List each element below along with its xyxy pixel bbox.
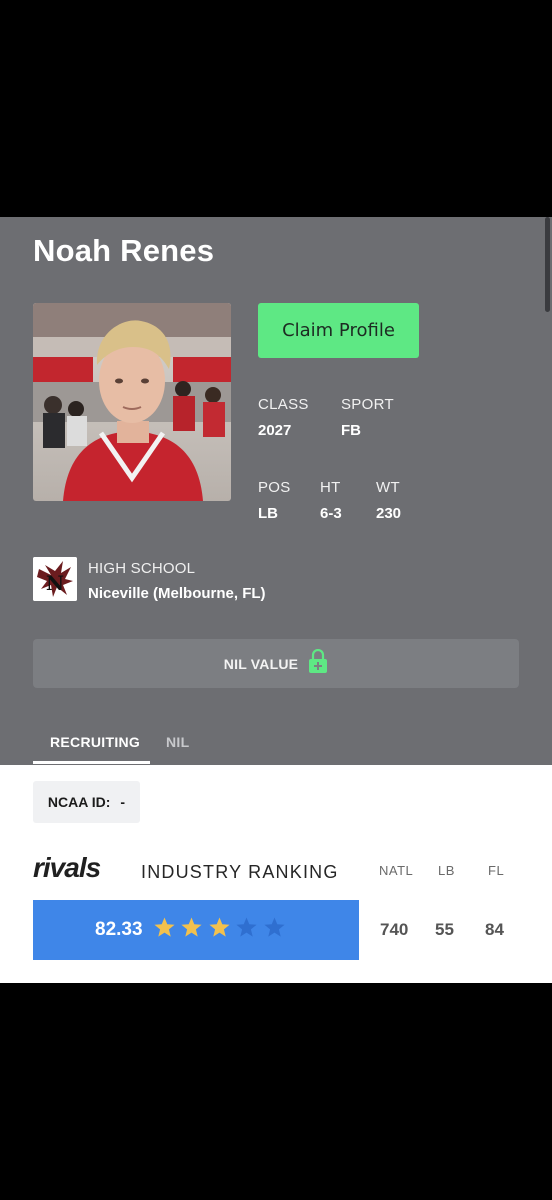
nil-value-label: NIL VALUE [223,655,299,672]
sport-stat: SPORT FB [341,396,394,439]
wt-label: WT [376,479,400,496]
tab-recruiting[interactable]: RECRUITING [50,734,140,750]
school-name[interactable]: Niceville (Melbourne, FL) [88,585,266,602]
wt-stat: WT 230 [376,479,401,522]
rating-bar: 82.33 [33,900,359,960]
class-stat: CLASS 2027 [258,396,309,439]
tab-nil[interactable]: NIL [166,734,189,750]
star-empty-icon [236,917,257,937]
bottom-letterbox [0,983,552,1200]
sport-value: FB [341,422,361,439]
wt-value: 230 [376,505,402,522]
player-name: Noah Renes [33,233,215,268]
active-tab-indicator [33,761,150,764]
school-label: HIGH SCHOOL [88,560,196,577]
state-column-header: FL [488,863,505,878]
star-empty-icon [263,917,285,937]
scrollbar[interactable] [545,217,550,312]
claim-profile-button[interactable]: Claim Profile [258,303,419,358]
natl-column-header: NATL [379,863,414,878]
star-filled-icon [208,917,230,937]
star-filled-icon [153,917,175,937]
position-column-header: LB [438,863,455,878]
natl-rank-value: 740 [380,920,409,939]
lock-plus-icon [308,648,328,679]
class-value: 2027 [258,422,292,439]
nil-value-bar[interactable]: NIL VALUE [33,639,519,688]
top-letterbox [0,0,552,217]
class-label: CLASS [258,396,309,413]
ncaa-id-value: - [120,794,126,810]
ht-value: 6-3 [320,505,342,522]
school-logo[interactable]: N [33,557,77,601]
rating-value: 82.33 [95,919,143,940]
state-rank-value: 84 [485,920,504,939]
pos-label: POS [258,479,291,496]
ncaa-id-label: NCAA ID: [47,794,111,810]
industry-ranking-title: INDUSTRY RANKING [141,862,339,882]
sport-label: SPORT [341,396,394,413]
svg-text:N: N [46,571,64,595]
pos-value: LB [258,505,278,522]
rivals-logo: rivals [33,852,101,883]
ht-label: HT [320,479,341,496]
star-filled-icon [181,917,202,937]
position-rank-value: 55 [435,920,454,939]
ncaa-id-box: NCAA ID: - [33,781,140,823]
ht-stat: HT 6-3 [320,479,342,522]
star-rating [153,916,291,944]
pos-stat: POS LB [258,479,291,522]
player-photo [33,303,231,501]
